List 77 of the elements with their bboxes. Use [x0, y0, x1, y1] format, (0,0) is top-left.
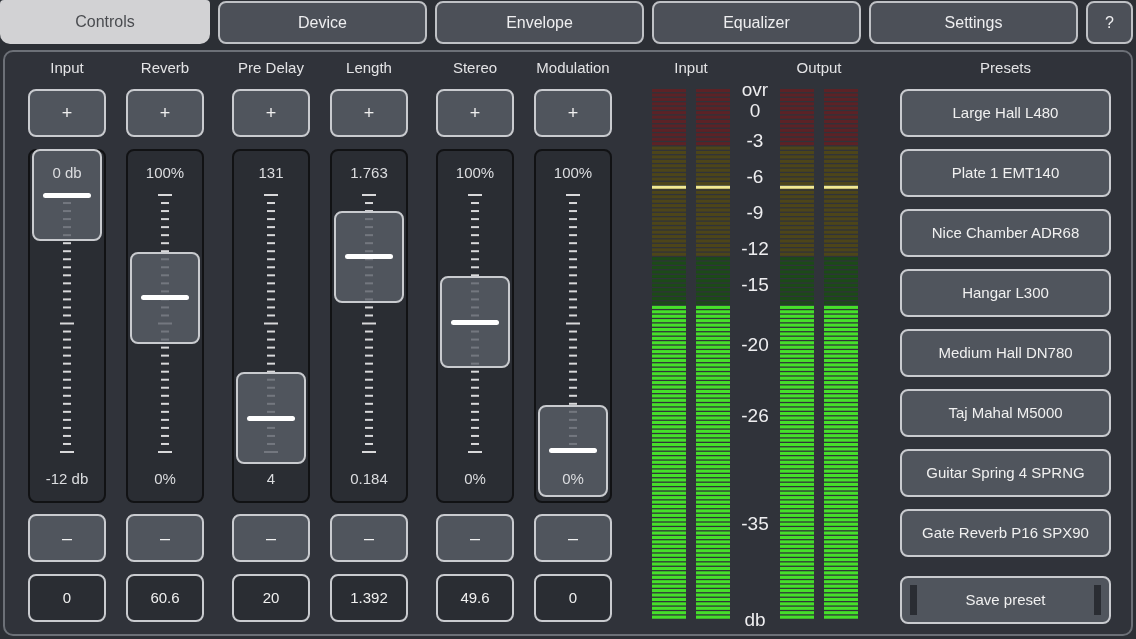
slider-max-label: 131 [257, 163, 285, 183]
scale-label: db [743, 610, 767, 630]
value-field[interactable]: 49.6 [436, 574, 514, 622]
slider-track[interactable]: 100% 0% [534, 149, 612, 503]
slider-track[interactable]: 0 db -12 db [28, 149, 106, 503]
slider-thumb[interactable] [130, 251, 200, 344]
slider-track[interactable]: 100% 0% [126, 149, 204, 503]
presets-title: Presets [979, 58, 1032, 78]
save-preset-button[interactable]: Save preset [900, 576, 1111, 624]
channel-label: Modulation [535, 58, 611, 78]
channel-label: Reverb [139, 58, 191, 78]
slider-thumb[interactable] [440, 276, 510, 369]
scale-label: -20 [740, 335, 770, 355]
preset-button[interactable]: Plate 1 EMT140 [900, 149, 1111, 197]
channel-label: Input [49, 58, 85, 78]
slider-thumb[interactable] [32, 149, 102, 242]
channel-label: Stereo [451, 58, 499, 78]
value-field[interactable]: 0 [534, 574, 612, 622]
decrement-button[interactable]: – [436, 514, 514, 562]
slider-max-label: 1.763 [349, 163, 389, 183]
slider-track[interactable]: 1.763 0.184 [330, 149, 408, 503]
value-field[interactable]: 0 [28, 574, 106, 622]
slider-max-label: 100% [454, 163, 496, 183]
scale-label: -35 [740, 514, 770, 534]
increment-button[interactable]: + [436, 89, 514, 137]
slider-thumb[interactable] [236, 372, 306, 465]
slider-track[interactable]: 100% 0% [436, 149, 514, 503]
increment-button[interactable]: + [232, 89, 310, 137]
slider-min-label: 0.184 [349, 469, 389, 489]
value-field[interactable]: 60.6 [126, 574, 204, 622]
scale-label: -26 [740, 406, 770, 426]
decrement-button[interactable]: – [28, 514, 106, 562]
channel-label: Pre Delay [237, 58, 305, 78]
decrement-button[interactable]: – [534, 514, 612, 562]
increment-button[interactable]: + [534, 89, 612, 137]
decrement-button[interactable]: – [126, 514, 204, 562]
slider-max-label: 0 db [51, 163, 83, 183]
scale-label: -15 [740, 275, 770, 295]
preset-button[interactable]: Taj Mahal M5000 [900, 389, 1111, 437]
increment-button[interactable]: + [28, 89, 106, 137]
preset-button[interactable]: Medium Hall DN780 [900, 329, 1111, 377]
scale-label: ovr [740, 80, 770, 100]
value-field[interactable]: 1.392 [330, 574, 408, 622]
decrement-button[interactable]: – [330, 514, 408, 562]
slider-min-label: 0% [561, 469, 585, 489]
slider-min-label: 0% [153, 469, 177, 489]
slider-thumb[interactable] [538, 404, 608, 497]
tab[interactable]: Envelope [435, 1, 644, 44]
tab[interactable]: Settings [869, 1, 1078, 44]
slider-track[interactable]: 131 4 [232, 149, 310, 503]
scale-label: 0 [748, 101, 762, 121]
tab[interactable]: Device [218, 1, 427, 44]
scale-label: -12 [740, 239, 770, 259]
slider-max-label: 100% [144, 163, 186, 183]
slider-min-label: -12 db [44, 469, 90, 489]
slider-min-label: 0% [463, 469, 487, 489]
tab[interactable]: ? [1086, 1, 1133, 44]
preset-button[interactable]: Nice Chamber ADR68 [900, 209, 1111, 257]
scale-label: -9 [745, 203, 765, 223]
slider-max-label: 100% [552, 163, 594, 183]
slider-min-label: 4 [265, 469, 277, 489]
meter-label: Output [795, 58, 843, 78]
slider-thumb[interactable] [334, 210, 404, 303]
tab[interactable]: Equalizer [652, 1, 861, 44]
decrement-button[interactable]: – [232, 514, 310, 562]
channel-label: Length [345, 58, 393, 78]
scale-label: -6 [745, 167, 765, 187]
value-field[interactable]: 20 [232, 574, 310, 622]
preset-button[interactable]: Gate Reverb P16 SPX90 [900, 509, 1111, 557]
preset-button[interactable]: Guitar Spring 4 SPRNG [900, 449, 1111, 497]
increment-button[interactable]: + [126, 89, 204, 137]
preset-button[interactable]: Hangar L300 [900, 269, 1111, 317]
scale-label: -3 [745, 131, 765, 151]
increment-button[interactable]: + [330, 89, 408, 137]
meter-label: Input [673, 58, 709, 78]
preset-button[interactable]: Large Hall L480 [900, 89, 1111, 137]
tab[interactable]: Controls [0, 0, 210, 44]
